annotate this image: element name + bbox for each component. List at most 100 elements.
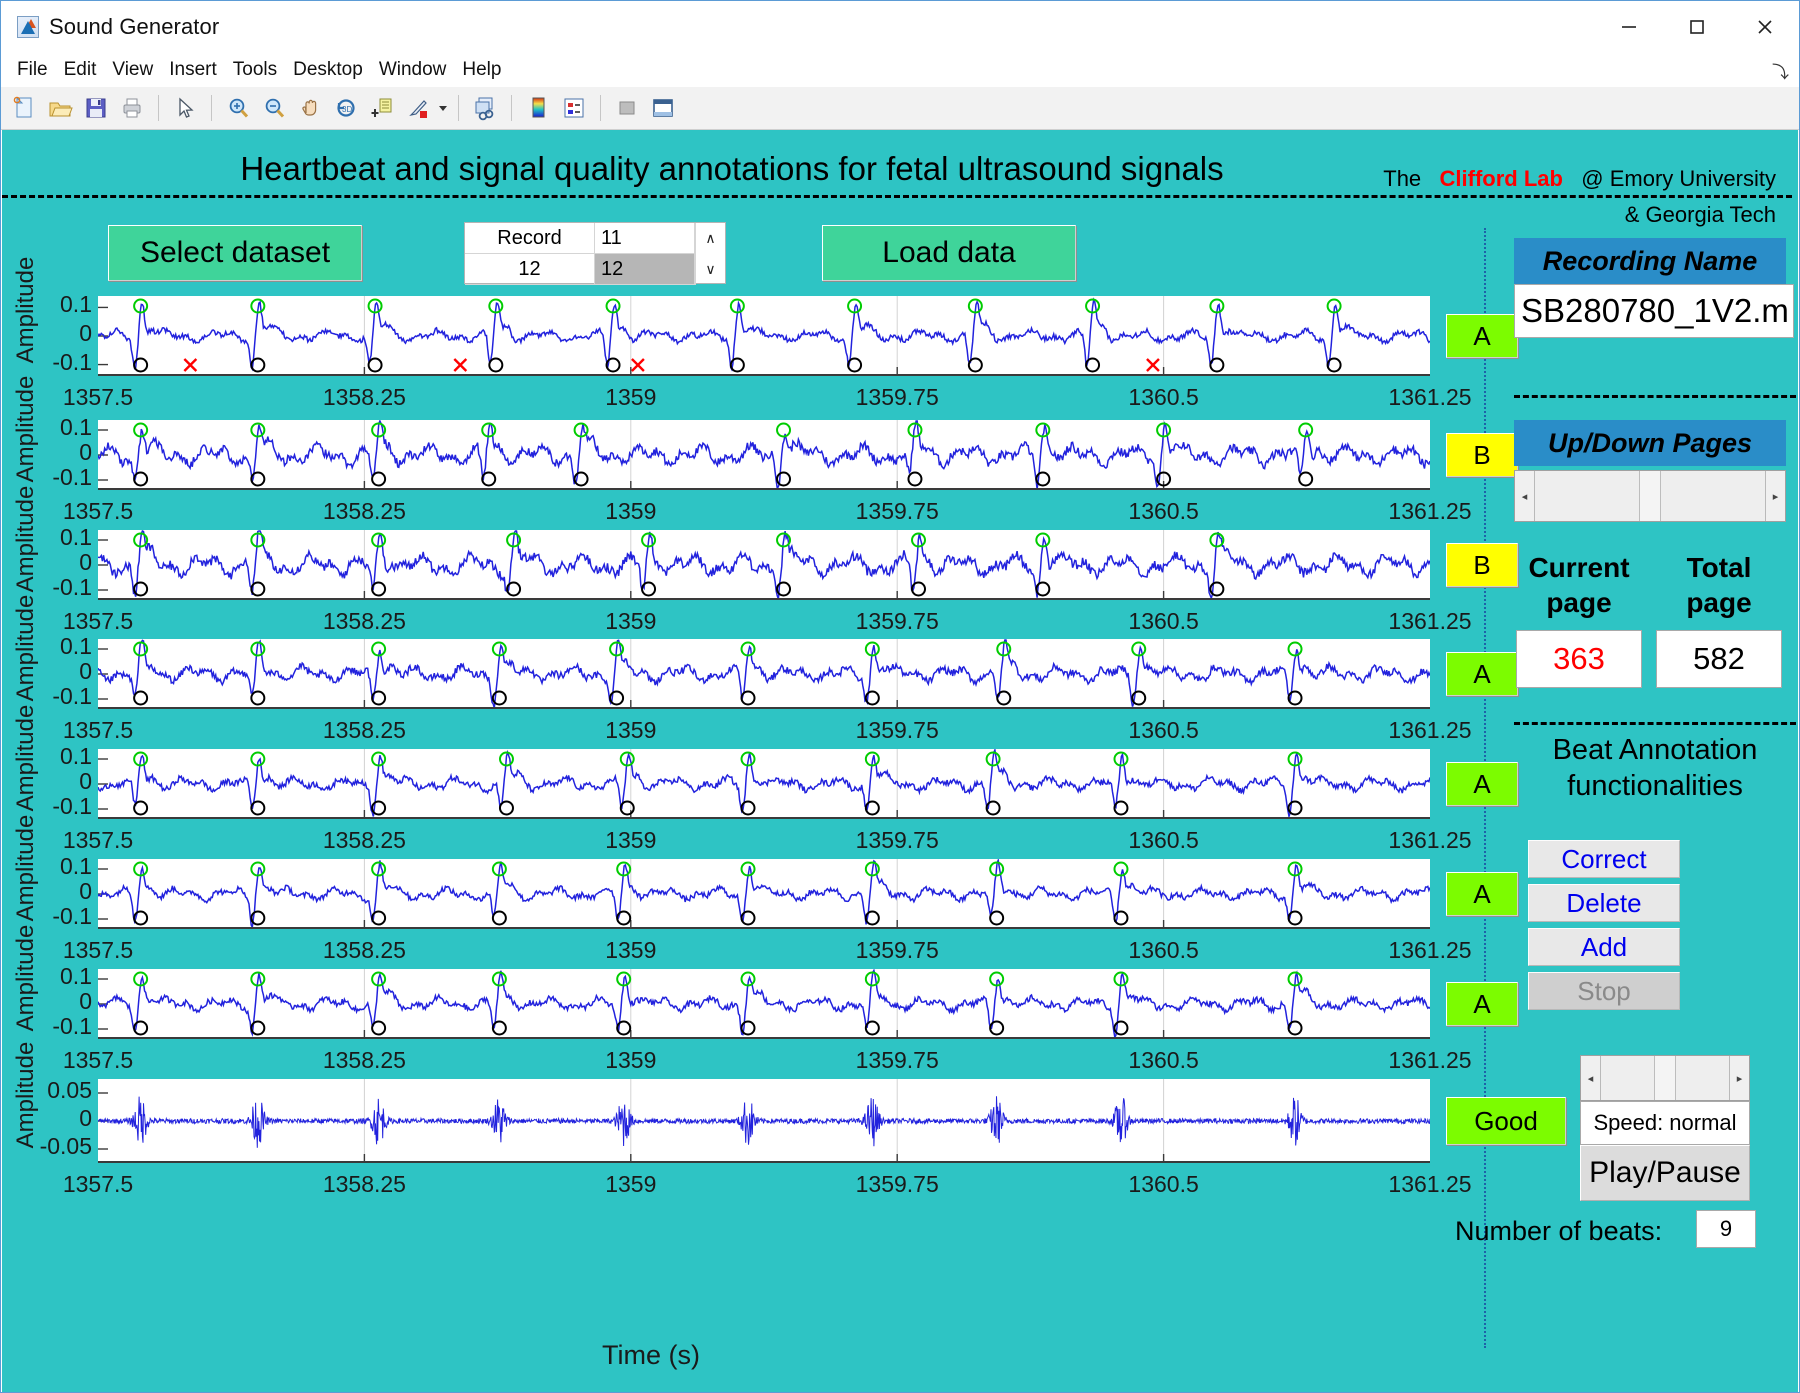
x-tick-3-3: 1359.75: [855, 608, 939, 634]
axes-7[interactable]: [98, 969, 1430, 1039]
x-tick-5-2: 1359: [605, 827, 657, 853]
spinner-down-icon[interactable]: ∨: [696, 254, 725, 285]
x-tick-6-5: 1361.25: [1388, 937, 1472, 963]
play-pause-button[interactable]: Play/Pause: [1580, 1145, 1750, 1201]
y-tick-8-2: -0.05: [39, 1133, 92, 1159]
signal-quality-badge-1[interactable]: A: [1446, 314, 1518, 358]
delete-beat-button[interactable]: Delete: [1528, 884, 1680, 922]
updown-pages-slider[interactable]: ◂ ▸: [1514, 470, 1786, 522]
save-figure-icon[interactable]: [79, 91, 113, 125]
record-header-value[interactable]: 11: [595, 223, 695, 254]
x-tick-3-4: 1360.5: [1128, 608, 1199, 634]
signal-quality-badge-2[interactable]: B: [1446, 433, 1518, 477]
x-tick-4-3: 1359.75: [855, 717, 939, 743]
menu-insert[interactable]: Insert: [161, 57, 225, 83]
rotate-3d-icon[interactable]: 3D: [329, 91, 363, 125]
toolbar: 3D: [1, 87, 1799, 130]
slider-track-right[interactable]: [1661, 471, 1765, 521]
total-page-label-line1: Total: [1686, 552, 1752, 583]
svg-text:3D: 3D: [342, 105, 352, 114]
slider-left-arrow-icon[interactable]: ◂: [1515, 471, 1535, 521]
slider-track-left[interactable]: [1535, 471, 1639, 521]
number-of-beats-label: Number of beats:: [1455, 1216, 1663, 1246]
menu-desktop[interactable]: Desktop: [285, 57, 371, 83]
print-figure-icon[interactable]: [115, 91, 149, 125]
y-tick-3-1: 0: [79, 549, 92, 575]
pan-icon[interactable]: [293, 91, 327, 125]
x-tick-8-3: 1359.75: [855, 1171, 939, 1197]
axes-3[interactable]: [98, 530, 1430, 600]
axes-1[interactable]: [98, 296, 1430, 376]
select-dataset-button[interactable]: Select dataset: [108, 225, 362, 281]
add-beat-button[interactable]: Add: [1528, 928, 1680, 966]
axes-6[interactable]: [98, 859, 1430, 929]
zoom-out-icon[interactable]: [257, 91, 291, 125]
y-tick-8-0: 0.05: [47, 1077, 92, 1103]
axes-4[interactable]: [98, 639, 1430, 709]
menu-edit[interactable]: Edit: [56, 57, 105, 83]
hide-plot-tools-icon[interactable]: [610, 91, 644, 125]
signal-quality-badge-8[interactable]: Good: [1446, 1097, 1566, 1145]
zoom-in-icon[interactable]: [221, 91, 255, 125]
menu-help[interactable]: Help: [454, 57, 509, 83]
x-tick-2-5: 1361.25: [1388, 498, 1472, 524]
link-plot-icon[interactable]: [468, 91, 502, 125]
open-file-icon[interactable]: [43, 91, 77, 125]
colorbar-icon[interactable]: [521, 91, 555, 125]
minimize-button[interactable]: [1595, 1, 1663, 53]
speed-slider-thumb[interactable]: [1654, 1056, 1676, 1100]
slider-thumb[interactable]: [1639, 471, 1661, 521]
beat-annotation-title-line1: Beat Annotation: [1552, 734, 1758, 766]
menu-file[interactable]: File: [9, 57, 56, 83]
record-spinner[interactable]: ∧ ∨: [695, 223, 725, 285]
signal-quality-badge-3[interactable]: B: [1446, 543, 1518, 587]
speed-slider-right-arrow-icon[interactable]: ▸: [1729, 1056, 1749, 1100]
speed-slider-track-right[interactable]: [1676, 1056, 1729, 1100]
menu-overflow-icon[interactable]: ⤵: [1772, 58, 1799, 83]
pointer-icon[interactable]: [168, 91, 202, 125]
x-tick-row-2: 1357.5 1358.25 1359 1359.75 1360.5 1361.25: [63, 498, 1472, 528]
toolbar-separator: [158, 95, 159, 121]
axes-2[interactable]: [98, 420, 1430, 490]
y-tick-1-1: 0: [79, 320, 92, 346]
new-figure-icon[interactable]: [7, 91, 41, 125]
speed-slider-track-left[interactable]: [1601, 1056, 1654, 1100]
axes-8[interactable]: [98, 1079, 1430, 1163]
lab-attribution-line1: The Clifford Lab @ Emory University: [1383, 166, 1776, 192]
menu-window[interactable]: Window: [371, 57, 455, 83]
signal-quality-badge-7[interactable]: A: [1446, 982, 1518, 1026]
show-plot-tools-icon[interactable]: [646, 91, 680, 125]
x-tick-6-1: 1358.25: [322, 937, 406, 963]
menu-tools[interactable]: Tools: [225, 57, 285, 83]
signal-quality-badge-5[interactable]: A: [1446, 762, 1518, 806]
y-tick-4-0: 0.1: [60, 633, 92, 659]
number-of-beats-value: 9: [1696, 1210, 1756, 1248]
application-window: Sound Generator File Edit View Insert To…: [0, 0, 1800, 1393]
menu-view[interactable]: View: [104, 57, 161, 83]
x-tick-3-1: 1358.25: [322, 608, 406, 634]
speed-slider-left-arrow-icon[interactable]: ◂: [1581, 1056, 1601, 1100]
page-title: Heartbeat and signal quality annotations…: [240, 150, 1224, 187]
spinner-up-icon[interactable]: ∧: [696, 223, 725, 254]
toolbar-separator: [458, 95, 459, 121]
record-row-value[interactable]: 12: [595, 254, 695, 285]
record-selector-table[interactable]: Record 11 ∧ ∨ 12 12: [464, 222, 726, 285]
record-row-label[interactable]: 12: [465, 254, 595, 285]
divider-1: [1514, 395, 1796, 398]
x-tick-1-4: 1360.5: [1128, 384, 1199, 410]
brush-dropdown-caret-icon[interactable]: [437, 91, 449, 125]
load-data-button[interactable]: Load data: [822, 225, 1076, 281]
correct-beat-button[interactable]: Correct: [1528, 840, 1680, 878]
axes-5[interactable]: [98, 749, 1430, 819]
signal-quality-badge-4[interactable]: A: [1446, 652, 1518, 696]
legend-icon[interactable]: [557, 91, 591, 125]
data-cursor-icon[interactable]: [365, 91, 399, 125]
lab-name: Clifford Lab: [1439, 166, 1563, 191]
brush-select-icon[interactable]: [401, 91, 435, 125]
speed-slider[interactable]: ◂ ▸: [1580, 1055, 1750, 1101]
close-button[interactable]: [1731, 1, 1799, 53]
slider-right-arrow-icon[interactable]: ▸: [1765, 471, 1785, 521]
signal-quality-badge-6[interactable]: A: [1446, 872, 1518, 916]
maximize-button[interactable]: [1663, 1, 1731, 53]
y-tick-8-1: 0: [79, 1105, 92, 1131]
